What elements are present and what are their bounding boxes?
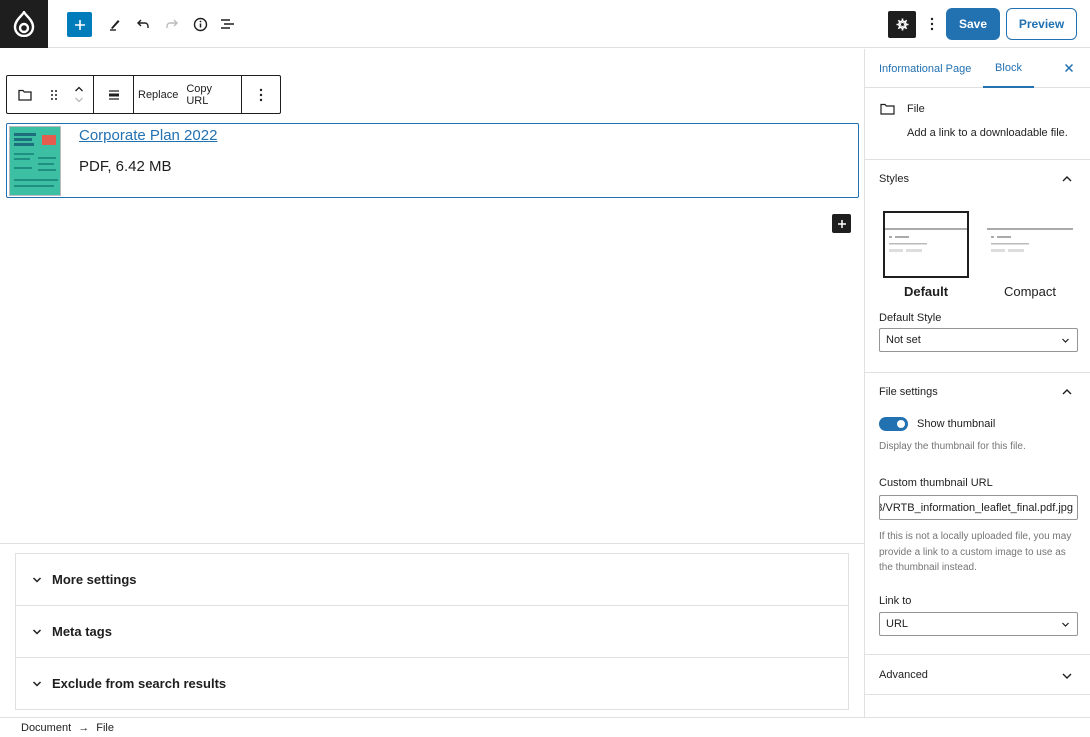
plus-icon [74, 19, 85, 30]
block-toolbar-actions: Replace Copy URL [134, 76, 242, 113]
replace-button[interactable]: Replace [134, 89, 182, 101]
info-icon [193, 17, 207, 31]
metaboxes-area: More settings Meta tags Exclude from sea… [0, 543, 864, 717]
advanced-panel[interactable]: Advanced [865, 655, 1090, 695]
more-vertical-icon [259, 88, 263, 101]
default-style-select[interactable]: Not set [879, 328, 1078, 352]
show-thumbnail-help: Display the thumbnail for this file. [879, 441, 1026, 452]
block-card-title: File [907, 103, 925, 115]
chevron-up-icon [1062, 389, 1072, 395]
align-button[interactable] [94, 76, 134, 113]
details-button[interactable] [187, 11, 213, 37]
default-style-label: Default Style [879, 312, 942, 324]
editor-header: Save Preview [0, 0, 1090, 48]
drupal-logo[interactable] [0, 0, 48, 48]
default-style-value: Not set [886, 334, 921, 346]
link-to-select[interactable]: URL [879, 612, 1078, 636]
file-settings-title[interactable]: File settings [879, 386, 938, 398]
chevron-down-icon [75, 97, 83, 103]
align-icon [108, 89, 119, 100]
show-thumbnail-toggle[interactable] [879, 417, 908, 431]
block-inserter-button[interactable] [67, 12, 92, 37]
list-view-button[interactable] [215, 11, 241, 37]
custom-thumbnail-label: Custom thumbnail URL [879, 477, 993, 489]
style-label-compact: Compact [1003, 284, 1057, 299]
close-icon [1064, 63, 1074, 73]
metabox-meta-tags[interactable]: Meta tags [15, 605, 849, 658]
breadcrumb-current: File [96, 722, 114, 734]
block-card-description: Add a link to a downloadable file. [907, 127, 1068, 139]
plus-icon [837, 219, 846, 228]
drupal-drop-icon [13, 11, 35, 37]
link-to-value: URL [886, 618, 909, 630]
breadcrumb: Document → File [0, 717, 1090, 737]
styles-panel: Styles Default Compact Default Style Not… [865, 160, 1090, 373]
preview-button[interactable]: Preview [1006, 8, 1077, 40]
file-thumbnail [9, 126, 61, 196]
styles-panel-title[interactable]: Styles [879, 173, 909, 185]
block-type-button[interactable] [7, 76, 43, 113]
close-sidebar-button[interactable] [1061, 60, 1077, 76]
breadcrumb-separator: → [78, 722, 90, 734]
options-button[interactable] [922, 11, 942, 37]
file-settings-panel: File settings Show thumbnail Display the… [865, 373, 1090, 655]
metabox-label: Exclude from search results [52, 676, 227, 691]
custom-thumbnail-input[interactable]: )8/VRTB_information_leaflet_final.pdf.jp… [879, 495, 1078, 520]
folder-icon [18, 89, 32, 101]
editor-canvas: Replace Copy URL Corporate Plan 2022 PDF… [0, 49, 864, 543]
pencil-icon [110, 20, 120, 31]
drag-handle[interactable] [43, 76, 65, 113]
style-option-compact[interactable] [987, 211, 1073, 278]
tools-button[interactable] [102, 11, 128, 37]
tab-block[interactable]: Block [983, 49, 1034, 88]
block-toolbar: Replace Copy URL [6, 75, 281, 114]
chevron-down-icon [1062, 673, 1072, 679]
file-block[interactable]: Corporate Plan 2022 PDF, 6.42 MB [6, 123, 859, 198]
metabox-label: More settings [52, 572, 137, 587]
settings-button[interactable] [888, 11, 916, 38]
chevron-up-icon [75, 86, 83, 92]
custom-thumbnail-help: If this is not a locally uploaded file, … [879, 531, 1072, 573]
block-card: File Add a link to a downloadable file. [865, 88, 1090, 160]
tab-document[interactable]: Informational Page [879, 49, 971, 88]
advanced-title[interactable]: Advanced [879, 669, 928, 681]
metabox-label: Meta tags [52, 624, 112, 639]
file-link[interactable]: Corporate Plan 2022 [79, 127, 217, 144]
custom-thumbnail-value: )8/VRTB_information_leaflet_final.pdf.jp… [879, 501, 1073, 514]
block-mover[interactable] [65, 76, 93, 113]
chevron-down-icon [32, 628, 42, 636]
folder-icon [880, 103, 895, 115]
redo-button[interactable] [159, 11, 185, 37]
chevron-down-icon [1062, 338, 1069, 343]
style-option-default[interactable] [883, 211, 969, 278]
sidebar-tabs: Informational Page Block [865, 49, 1090, 88]
more-vertical-icon [930, 17, 934, 31]
chevron-down-icon [32, 576, 42, 584]
block-options-button[interactable] [242, 76, 280, 113]
link-to-label: Link to [879, 595, 912, 607]
undo-button[interactable] [130, 11, 156, 37]
metabox-more-settings[interactable]: More settings [15, 553, 849, 606]
show-thumbnail-label: Show thumbnail [917, 418, 996, 430]
copy-url-button[interactable]: Copy URL [182, 83, 241, 107]
add-block-button[interactable] [832, 214, 851, 233]
chevron-down-icon [1062, 622, 1069, 627]
file-meta: PDF, 6.42 MB [79, 158, 172, 175]
settings-sidebar: Informational Page Block File Add a link… [864, 49, 1090, 717]
block-toolbar-group-mover [7, 76, 94, 113]
metabox-exclude-search[interactable]: Exclude from search results [15, 657, 849, 710]
gear-icon [896, 18, 908, 31]
chevron-down-icon [32, 680, 42, 688]
list-view-icon [221, 19, 234, 29]
chevron-up-icon [1062, 176, 1072, 182]
redo-icon [166, 19, 178, 28]
undo-icon [137, 19, 149, 28]
style-label-default: Default [903, 284, 949, 299]
breadcrumb-document[interactable]: Document [21, 722, 71, 734]
save-button[interactable]: Save [946, 8, 1000, 40]
drag-handle-icon [51, 89, 57, 100]
